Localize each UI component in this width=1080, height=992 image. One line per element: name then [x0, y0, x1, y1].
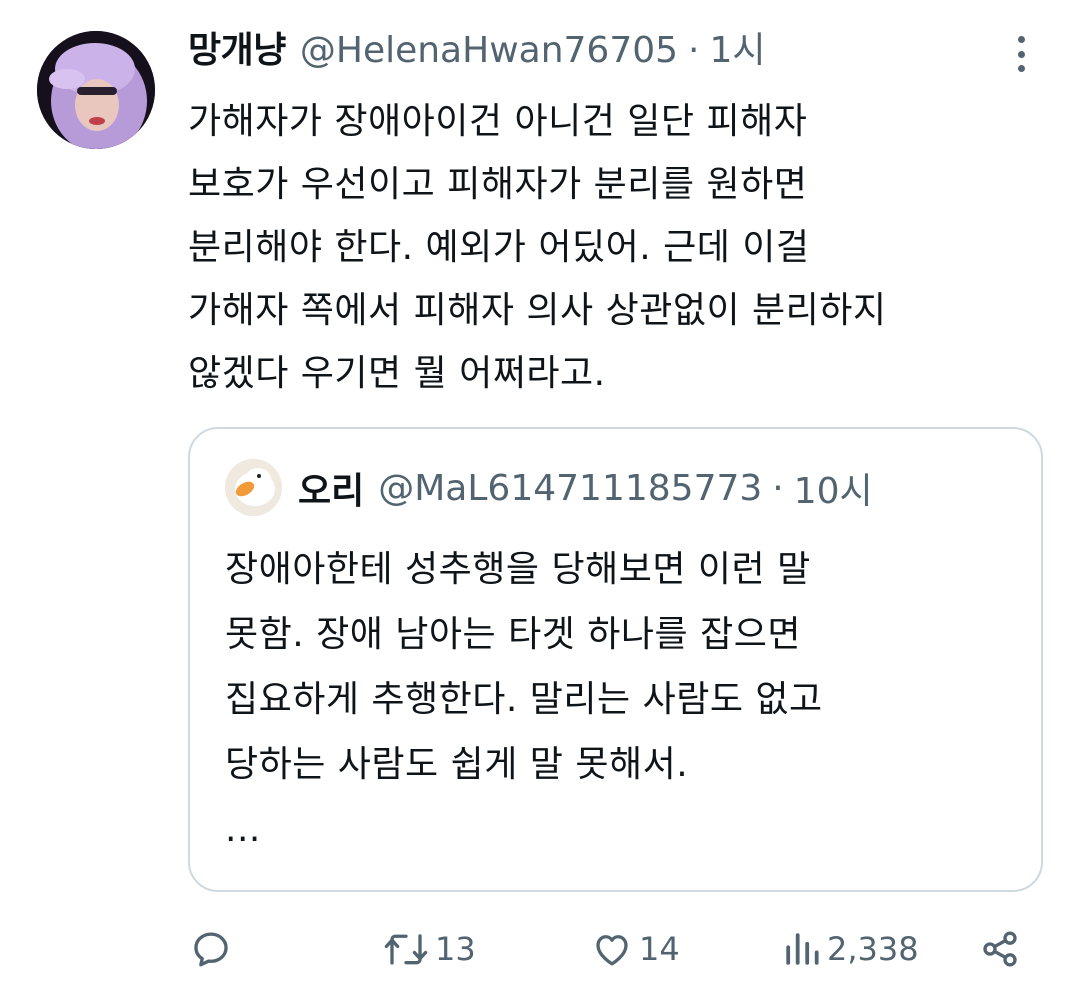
- tweet-text-line: 가해자 쪽에서 피해자 의사 상관없이 분리하지: [188, 290, 887, 331]
- author-name[interactable]: 망개냥: [188, 24, 286, 78]
- quoted-author-name[interactable]: 오리: [298, 462, 364, 514]
- quoted-text-line: 당하는 사람도 쉽게 말 못해서.: [225, 744, 689, 785]
- quoted-tweet-header: 오리 @MaL614711185773 · 10시: [298, 461, 873, 515]
- quoted-text-line: 못함. 장애 남아는 타겟 하나를 잡으면: [225, 614, 801, 655]
- tweet-text-line: 않겠다 우기면 뭘 어쩌라고.: [188, 353, 606, 394]
- quoted-author-handle[interactable]: @MaL614711185773: [378, 468, 762, 509]
- retweet-count: 13: [435, 930, 476, 968]
- views-count: 2,338: [827, 930, 919, 968]
- tweet-text-line: 분리해야 한다. 예외가 어딨어. 근데 이걸: [188, 227, 810, 268]
- author-avatar[interactable]: [37, 31, 155, 149]
- quoted-text-line: 집요하게 추행한다. 말리는 사람도 없고: [225, 679, 823, 720]
- reply-button[interactable]: [190, 922, 238, 976]
- views-button[interactable]: 2,338: [783, 922, 919, 976]
- header-separator: ·: [688, 30, 700, 71]
- quoted-tweet-text: 장애아한테 성추행을 당해보면 이런 말 못함. 장애 남아는 타겟 하나를 잡…: [225, 537, 1015, 862]
- quoted-header-separator: ·: [772, 467, 784, 509]
- duck-avatar-image: [225, 459, 282, 516]
- quoted-timestamp[interactable]: 10시: [794, 462, 873, 514]
- share-button[interactable]: [980, 922, 1020, 976]
- tweet-header: 망개냥 @HelenaHwan76705 · 1시: [188, 24, 766, 78]
- share-icon: [983, 931, 1017, 967]
- more-icon[interactable]: [1004, 32, 1038, 76]
- quoted-author-avatar[interactable]: [225, 459, 282, 516]
- like-button[interactable]: 14: [591, 922, 680, 976]
- like-icon: [596, 935, 628, 966]
- tweet-timestamp[interactable]: 1시: [710, 24, 766, 78]
- tweet-text-line: 보호가 우선이고 피해자가 분리를 원하면: [188, 164, 808, 205]
- retweet-button[interactable]: 13: [383, 922, 476, 976]
- action-bar: 13 14 2,338: [188, 922, 1028, 976]
- quoted-text-ellipsis: ...: [225, 809, 261, 850]
- tweet-text: 가해자가 장애아이건 아니건 일단 피해자 보호가 우선이고 피해자가 분리를 …: [188, 90, 1038, 405]
- avatar-image: [37, 31, 155, 149]
- views-icon: [786, 933, 819, 965]
- quoted-text-line: 장애아한테 성추행을 당해보면 이런 말: [225, 549, 811, 590]
- author-handle[interactable]: @HelenaHwan76705: [300, 24, 678, 78]
- retweet-icon: [384, 934, 428, 965]
- reply-icon: [194, 932, 228, 967]
- quoted-tweet[interactable]: 오리 @MaL614711185773 · 10시 장애아한테 성추행을 당해보…: [188, 427, 1043, 892]
- like-count: 14: [639, 930, 680, 968]
- tweet-text-line: 가해자가 장애아이건 아니건 일단 피해자: [188, 101, 808, 142]
